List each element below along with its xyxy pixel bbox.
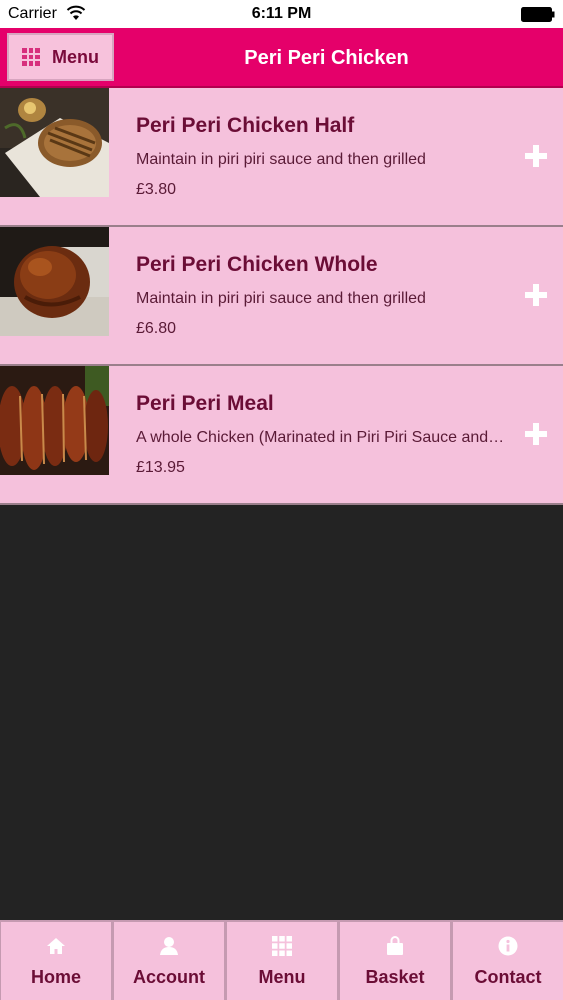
menu-item[interactable]: Peri Peri Meal A whole Chicken (Marinate… — [0, 366, 563, 505]
menu-item-list: Peri Peri Chicken Half Maintain in piri … — [0, 88, 563, 505]
bag-icon — [387, 936, 403, 955]
grid-icon — [22, 48, 40, 66]
tab-label: Basket — [365, 967, 425, 987]
tab-basket[interactable]: Basket — [339, 922, 452, 1000]
menu-button-label: Menu — [52, 46, 99, 67]
clock: 6:11 PM — [251, 5, 312, 22]
item-description: Maintain in piri piri sauce and then gri… — [136, 151, 426, 168]
menu-button[interactable]: Menu — [7, 33, 114, 81]
item-description: Maintain in piri piri sauce and then gri… — [136, 290, 426, 307]
add-icon[interactable] — [525, 145, 547, 167]
chicken-half-image — [0, 88, 109, 197]
menu-item[interactable]: Peri Peri Chicken Half Maintain in piri … — [0, 88, 563, 227]
add-icon[interactable] — [525, 284, 547, 306]
tab-account[interactable]: Account — [113, 922, 226, 1000]
menu-item[interactable]: Peri Peri Chicken Whole Maintain in piri… — [0, 227, 563, 366]
tab-contact[interactable]: Contact — [452, 922, 563, 1000]
item-title: Peri Peri Chicken Half — [136, 114, 355, 137]
item-price: £6.80 — [136, 320, 177, 337]
tab-label: Contact — [474, 967, 542, 987]
bottom-tab-bar: Home Account Menu Basket Contact — [0, 920, 563, 1000]
tab-home[interactable]: Home — [0, 922, 113, 1000]
grid-icon — [272, 936, 292, 956]
item-title: Peri Peri Chicken Whole — [136, 253, 378, 276]
item-title: Peri Peri Meal — [136, 392, 274, 415]
info-icon — [498, 936, 518, 956]
chicken-meal-image — [0, 366, 109, 475]
tab-menu[interactable]: Menu — [226, 922, 339, 1000]
chicken-whole-image — [0, 227, 109, 336]
add-icon[interactable] — [525, 423, 547, 445]
page-title: Peri Peri Chicken — [244, 47, 409, 69]
item-description: A whole Chicken (Marinated in Piri Piri … — [136, 429, 506, 446]
user-icon — [160, 937, 178, 955]
status-bar: Carrier 6:11 PM — [0, 0, 563, 28]
tab-label: Menu — [258, 967, 306, 987]
app-header: Menu Peri Peri Chicken — [0, 28, 563, 88]
tab-label: Account — [133, 967, 205, 987]
home-icon — [47, 938, 65, 954]
battery-icon — [521, 7, 555, 22]
tab-label: Home — [30, 967, 81, 987]
item-price: £3.80 — [136, 181, 177, 198]
item-price: £13.95 — [136, 459, 185, 476]
